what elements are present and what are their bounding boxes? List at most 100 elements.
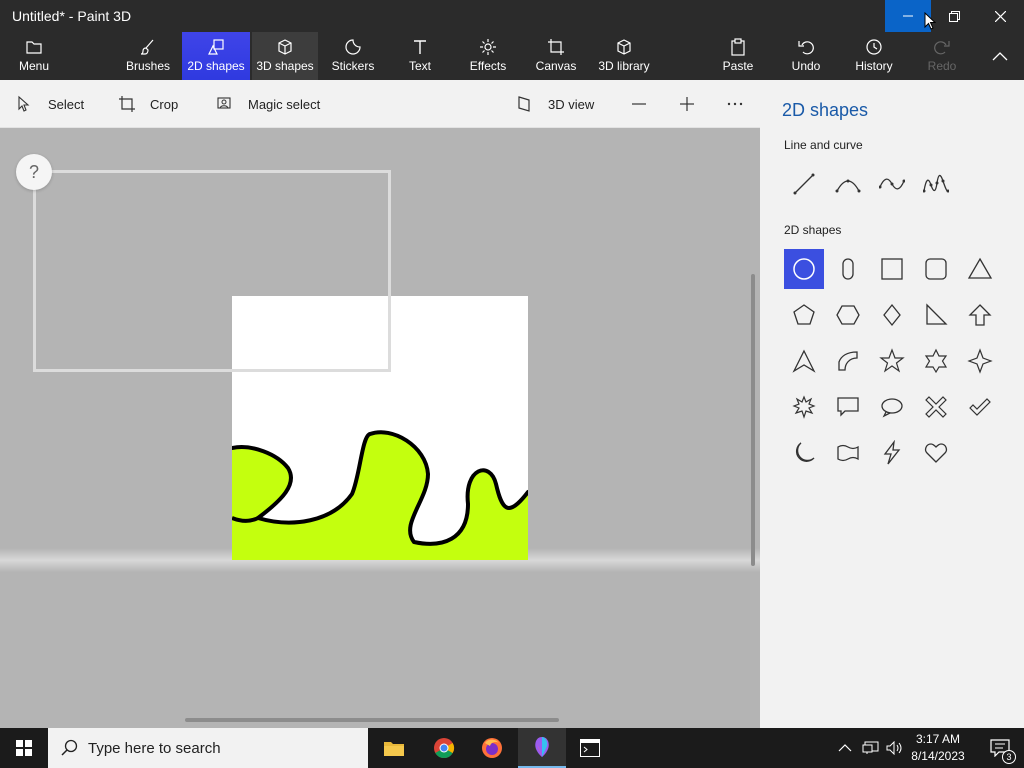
tab-2d-shapes[interactable]: 2D shapes <box>182 32 250 80</box>
arrowhead-icon <box>792 349 816 373</box>
tab-canvas[interactable]: Canvas <box>532 32 580 80</box>
chevron-up-icon <box>838 744 852 752</box>
workspace[interactable]: ? <box>0 128 760 728</box>
collapse-ribbon-button[interactable] <box>988 46 1012 66</box>
more-options-button[interactable] <box>726 80 758 128</box>
tab-effects[interactable]: Effects <box>462 32 514 80</box>
arrow-up-shape-tool[interactable] <box>960 295 1000 335</box>
text-icon <box>414 40 426 54</box>
menu-label: Menu <box>18 59 50 73</box>
curve-icon <box>835 179 861 193</box>
magic-select-button[interactable]: Magic select <box>216 80 320 128</box>
help-button[interactable]: ? <box>16 154 52 190</box>
tab-text[interactable]: Text <box>398 32 442 80</box>
tab-3d-shapes[interactable]: 3D shapes <box>252 32 318 80</box>
speech-bubble-shape-tool[interactable] <box>828 387 868 427</box>
restore-button[interactable] <box>931 0 977 32</box>
terminal-taskbar-button[interactable] <box>566 728 614 768</box>
circle-shape-tool[interactable] <box>784 249 824 289</box>
thought-bubble-shape-tool[interactable] <box>872 387 912 427</box>
taskbar-search-box[interactable]: Type here to search <box>48 728 368 768</box>
3d-library-icon <box>617 39 631 55</box>
undo-button[interactable]: Undo <box>786 32 826 80</box>
paint3d-taskbar-button[interactable] <box>518 728 566 768</box>
chrome-taskbar-button[interactable] <box>420 728 468 768</box>
horizontal-scrollbar[interactable] <box>185 718 559 722</box>
2d-shapes-icon <box>208 39 224 55</box>
crop-button[interactable]: Crop <box>118 80 178 128</box>
crescent-shape-tool[interactable] <box>784 433 824 473</box>
pill-shape-tool[interactable] <box>828 249 868 289</box>
crop-label: Crop <box>150 96 179 112</box>
volume-tray-icon-button[interactable] <box>886 728 904 768</box>
magic-select-icon <box>217 97 231 109</box>
triangle-shape-tool[interactable] <box>960 249 1000 289</box>
star-5-shape-tool[interactable] <box>872 341 912 381</box>
tab-stickers[interactable]: Stickers <box>326 32 380 80</box>
taskbar-clock[interactable]: 3:17 AM 8/14/2023 <box>906 731 970 765</box>
tab-brushes[interactable]: Brushes <box>120 32 176 80</box>
zoom-in-button[interactable] <box>678 80 710 128</box>
3d-library-button[interactable]: 3D library <box>594 32 654 80</box>
zoom-out-button[interactable] <box>630 80 662 128</box>
panel-title: 2D shapes <box>782 100 869 120</box>
checkmark-shape-tool[interactable] <box>960 387 1000 427</box>
close-button[interactable] <box>977 0 1023 32</box>
square-shape-tool[interactable] <box>872 249 912 289</box>
thought-bubble-icon <box>881 398 903 418</box>
tab-label: Undo <box>791 59 821 73</box>
cursor-select-icon <box>18 95 30 112</box>
tab-label: Stickers <box>331 59 375 73</box>
search-icon <box>61 739 78 756</box>
lightning-shape-tool[interactable] <box>872 433 912 473</box>
wave-curve-tool[interactable] <box>916 164 956 204</box>
tab-label: Brushes <box>125 59 171 73</box>
rounded-square-icon <box>925 258 947 280</box>
arrow-up-icon <box>968 304 992 326</box>
paste-button[interactable]: Paste <box>718 32 758 80</box>
right-triangle-shape-tool[interactable] <box>916 295 956 335</box>
select-button[interactable]: Select <box>16 80 84 128</box>
redo-icon <box>934 41 950 55</box>
crescent-icon <box>795 442 815 462</box>
quarter-circle-shape-tool[interactable] <box>828 341 868 381</box>
hexagon-shape-tool[interactable] <box>828 295 868 335</box>
show-hidden-icons-button[interactable] <box>838 728 852 768</box>
history-button[interactable]: History <box>850 32 898 80</box>
search-placeholder: Type here to search <box>88 739 221 757</box>
file-explorer-taskbar-button[interactable] <box>370 728 418 768</box>
lightning-icon <box>883 440 901 465</box>
star-6-shape-tool[interactable] <box>916 341 956 381</box>
curve-tool[interactable] <box>828 164 868 204</box>
banner-shape-tool[interactable] <box>828 433 868 473</box>
burst-shape-tool[interactable] <box>784 387 824 427</box>
sun-icon <box>480 39 496 55</box>
s-curve-tool[interactable] <box>872 164 912 204</box>
sticker-icon <box>345 39 361 55</box>
3d-view-button[interactable]: 3D view <box>516 80 594 128</box>
rounded-square-shape-tool[interactable] <box>916 249 956 289</box>
windows-logo-icon <box>16 740 32 756</box>
menu-button[interactable]: Menu <box>8 32 60 80</box>
pentagon-icon <box>793 304 815 325</box>
star-4-icon <box>967 348 993 374</box>
start-button[interactable] <box>0 728 48 768</box>
tool-options-bar: Select Crop Magic select 3D view <box>0 80 760 128</box>
star-4-shape-tool[interactable] <box>960 341 1000 381</box>
x-shape-tool[interactable] <box>916 387 956 427</box>
vertical-scrollbar[interactable] <box>751 274 755 566</box>
line-tool[interactable] <box>784 164 824 204</box>
selection-frame[interactable] <box>33 170 391 372</box>
network-tray-icon-button[interactable] <box>862 728 880 768</box>
title-bar: Untitled* - Paint 3D <box>0 0 1024 32</box>
terminal-icon <box>580 739 600 757</box>
undo-icon <box>798 41 814 55</box>
action-center-button[interactable]: 3 <box>978 728 1022 768</box>
ribbon: Menu Brushes 2D shapes 3D shapes Sticker… <box>0 32 1024 80</box>
firefox-taskbar-button[interactable] <box>468 728 516 768</box>
arrowhead-shape-tool[interactable] <box>784 341 824 381</box>
redo-button[interactable]: Redo <box>924 32 960 80</box>
pentagon-shape-tool[interactable] <box>784 295 824 335</box>
diamond-shape-tool[interactable] <box>872 295 912 335</box>
heart-shape-tool[interactable] <box>916 433 956 473</box>
